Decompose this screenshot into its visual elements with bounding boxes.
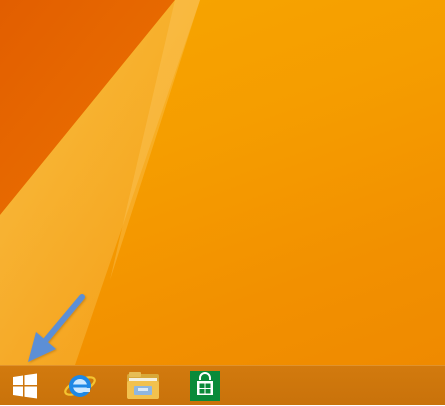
- internet-explorer-button[interactable]: [58, 366, 102, 406]
- wallpaper: [0, 0, 200, 365]
- internet-explorer-icon: [64, 375, 96, 397]
- taskbar: [0, 365, 445, 405]
- store-bag-icon: [190, 371, 220, 401]
- start-button[interactable]: [3, 366, 47, 406]
- store-button[interactable]: [183, 366, 227, 406]
- file-explorer-button[interactable]: [121, 366, 165, 406]
- desktop[interactable]: [0, 0, 445, 365]
- windows-logo-icon: [13, 373, 37, 399]
- file-explorer-folder-icon: [127, 372, 159, 399]
